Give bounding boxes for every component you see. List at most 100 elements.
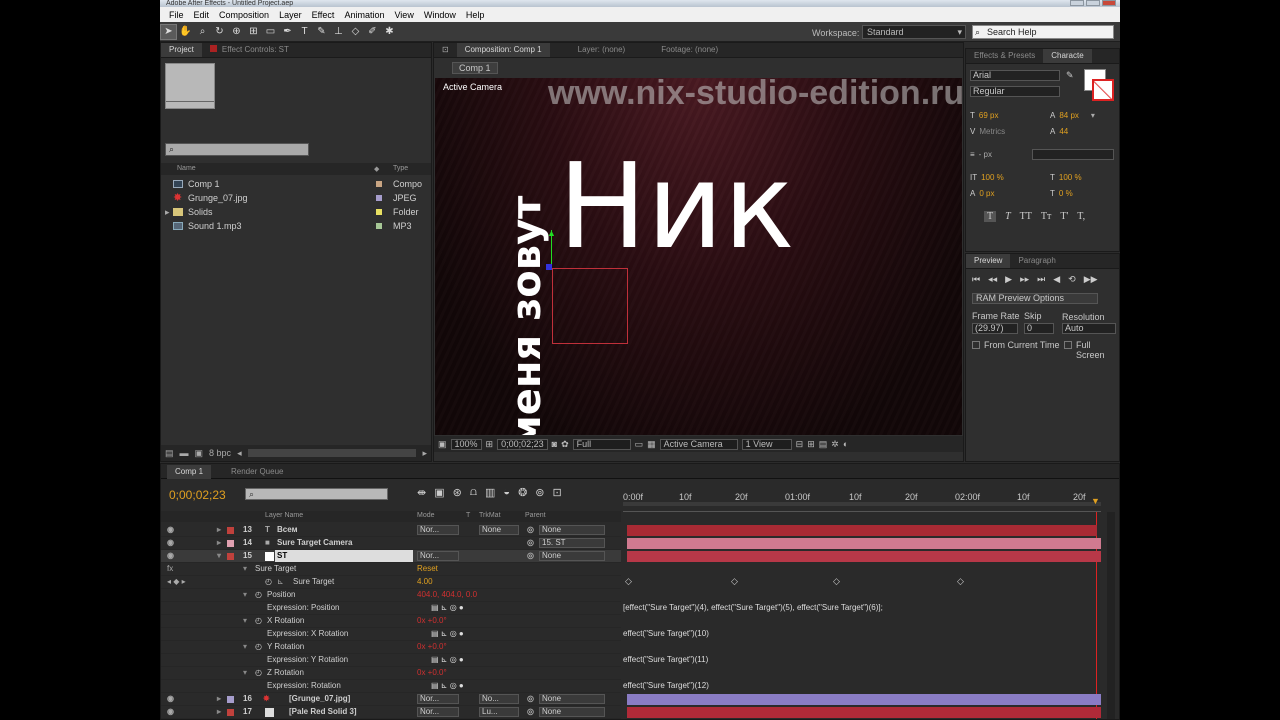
z-axis-handle[interactable] — [546, 264, 552, 270]
position-expression-row[interactable]: Expression: Position ▤ ⊾ ◎ ● — [161, 602, 621, 615]
ram-preview-options-dropdown[interactable]: RAM Preview Options — [972, 293, 1098, 304]
project-item-sound[interactable]: Sound 1.mp3 MP3 — [161, 219, 431, 233]
pan-behind-tool-icon[interactable]: ⊞ — [245, 24, 262, 40]
font-style-dropdown[interactable]: Regular — [970, 86, 1060, 97]
stopwatch-icon[interactable]: ◴ — [255, 641, 262, 653]
parent-dropdown[interactable]: None — [539, 551, 605, 561]
selection-tool-icon[interactable]: ➤ — [160, 23, 177, 40]
collapse-arrow-icon[interactable]: ▾ — [243, 615, 247, 627]
mute-audio-icon[interactable]: ◀ — [1053, 274, 1060, 285]
time-ruler[interactable]: 0:00f 10f 20f 01:00f 10f 20f 02:00f 10f … — [623, 492, 1101, 512]
z-rotation-expression-row[interactable]: Expression: Rotation ▤ ⊾ ◎ ● — [161, 680, 621, 693]
region-icon[interactable]: ▭ — [635, 439, 644, 450]
x-rotation-expression-row[interactable]: Expression: X Rotation ▤ ⊾ ◎ ● — [161, 628, 621, 641]
reset-link[interactable]: Reset — [417, 563, 438, 575]
first-frame-icon[interactable]: ⏮ — [972, 274, 980, 285]
draft-3d-icon[interactable]: ⊛ — [453, 486, 462, 499]
property-value[interactable]: 0x +0.0° — [417, 667, 447, 679]
zoom-tool-icon[interactable]: ⌕ — [194, 24, 211, 40]
toggle-pixel-icon[interactable]: ⊟ — [796, 439, 804, 450]
stopwatch-icon[interactable]: ◴ — [255, 615, 262, 627]
menu-effect[interactable]: Effect — [307, 10, 340, 20]
layer-duration-bar[interactable] — [627, 551, 1101, 562]
layer-row-14[interactable]: ◉ ▸ 14 ■ Sure Target Camera ◎ 15. ST — [161, 537, 621, 550]
rotate-tool-icon[interactable]: ↻ — [211, 24, 228, 40]
keyframe-icon[interactable]: ◇ — [833, 576, 840, 587]
layer-row-17[interactable]: ◉ ▸ 17 [Pale Red Solid 3] Nor... Lu... ◎… — [161, 706, 621, 719]
resolution-dropdown[interactable]: Full — [572, 438, 631, 450]
x-rotation-row[interactable]: ▾ ◴ X Rotation 0x +0.0° — [161, 615, 621, 628]
loop-icon[interactable]: ⟲ — [1068, 274, 1076, 285]
scroll-right-icon[interactable]: ▸ — [422, 448, 427, 459]
expression-controls-icon[interactable]: ▤ ⊾ ◎ ● — [431, 628, 464, 640]
parent-dropdown[interactable]: None — [539, 525, 605, 535]
tab-preview[interactable]: Preview — [966, 254, 1011, 268]
layer-row-15[interactable]: ◉ ▾ 15 ST Nor... ◎ None — [161, 550, 621, 563]
faux-italic-button[interactable]: T — [1005, 211, 1011, 222]
column-mode[interactable]: Mode — [417, 512, 435, 519]
stroke-type-dropdown[interactable] — [1032, 149, 1114, 160]
view-layout-dropdown[interactable]: 1 View — [741, 438, 792, 450]
vertical-scale-value[interactable]: 100 % — [981, 173, 1004, 182]
font-family-dropdown[interactable]: Arial — [970, 70, 1060, 81]
label-swatch[interactable] — [227, 540, 234, 547]
comp-mini-flowchart-icon[interactable]: ⇼ — [417, 486, 426, 499]
subscript-button[interactable]: T, — [1077, 211, 1085, 222]
keyframe-nav-icon[interactable]: ◂ ◆ ▸ — [167, 576, 186, 588]
expand-arrow-icon[interactable]: ▸ — [217, 693, 221, 705]
pickwhip-icon[interactable]: ◎ — [527, 550, 534, 562]
pickwhip-icon[interactable]: ◎ — [527, 706, 534, 718]
pen-tool-icon[interactable]: ✒ — [279, 24, 296, 40]
flowchart-icon[interactable]: ✲ — [831, 439, 839, 450]
trkmat-dropdown[interactable]: Lu... — [479, 707, 519, 717]
hand-tool-icon[interactable]: ✋ — [177, 24, 194, 40]
stroke-color-swatch[interactable] — [1092, 79, 1114, 101]
layer-duration-bar[interactable] — [627, 538, 1101, 549]
tab-paragraph[interactable]: Paragraph — [1010, 254, 1063, 268]
column-type[interactable]: Type — [393, 165, 408, 172]
z-rotation-expression-text[interactable]: effect("Sure Target")(12) — [623, 680, 1101, 693]
project-search-input[interactable]: ⌕ — [165, 143, 309, 156]
zoom-dropdown[interactable]: 100% — [450, 438, 482, 450]
shy-icon[interactable]: ⩍ — [470, 486, 477, 499]
property-value[interactable]: 4.00 — [417, 576, 433, 588]
tab-effects-presets[interactable]: Effects & Presets — [966, 49, 1043, 63]
superscript-button[interactable]: T' — [1060, 211, 1068, 222]
collapse-arrow-icon[interactable]: ▾ — [243, 641, 247, 653]
close-button[interactable] — [1102, 0, 1116, 6]
camera-view-dropdown[interactable]: Active Camera — [659, 438, 738, 450]
last-frame-icon[interactable]: ⏭ — [1037, 274, 1045, 285]
sure-target-slider-row[interactable]: ◂ ◆ ▸ ◴ ⊾ Sure Target 4.00 — [161, 576, 621, 589]
brainstorm-icon[interactable]: ❂ — [518, 486, 527, 499]
graph-icon[interactable]: ⊾ — [277, 576, 284, 588]
transparency-grid-icon[interactable]: ▦ — [647, 439, 656, 450]
parent-dropdown[interactable]: 15. ST — [539, 538, 605, 548]
collapse-arrow-icon[interactable]: ▾ — [217, 550, 221, 562]
expand-arrow-icon[interactable]: ▸ — [165, 205, 170, 219]
roto-tool-icon[interactable]: ✐ — [364, 24, 381, 40]
leading-value[interactable]: 84 px — [1059, 111, 1079, 120]
tab-composition[interactable]: Composition: Comp 1 — [456, 43, 550, 57]
column-trkmat[interactable]: TrkMat — [479, 512, 501, 519]
always-preview-icon[interactable]: ▣ — [438, 439, 447, 450]
timeline-search-input[interactable]: ⌕ — [245, 488, 388, 500]
horizontal-scale-value[interactable]: 100 % — [1059, 173, 1082, 182]
horizontal-scrollbar[interactable] — [247, 449, 417, 457]
parent-dropdown[interactable]: None — [539, 694, 605, 704]
live-update-icon[interactable]: ▣ — [434, 486, 444, 499]
menu-help[interactable]: Help — [461, 10, 490, 20]
collapse-arrow-icon[interactable]: ▾ — [243, 589, 247, 601]
label-swatch[interactable] — [227, 527, 234, 534]
camera-tool-icon[interactable]: ⊕ — [228, 24, 245, 40]
channel-icon[interactable]: ✿ — [561, 439, 569, 450]
resolution-dropdown[interactable]: Auto — [1062, 323, 1116, 334]
eye-icon[interactable]: ◉ — [167, 537, 174, 549]
lock-icon[interactable]: ⊡ — [434, 43, 457, 57]
property-value[interactable]: 404.0, 404.0, 0.0 — [417, 589, 477, 601]
expand-arrow-icon[interactable]: ▸ — [217, 706, 221, 718]
layer-row-13[interactable]: ◉ ▸ 13 T Всем Nor... None ◎ None — [161, 524, 621, 537]
y-rotation-row[interactable]: ▾ ◴ Y Rotation 0x +0.0° — [161, 641, 621, 654]
ram-preview-icon[interactable]: ▶▶ — [1084, 274, 1098, 285]
clone-tool-icon[interactable]: ⊥ — [330, 24, 347, 40]
next-frame-icon[interactable]: ▸▸ — [1020, 274, 1029, 285]
